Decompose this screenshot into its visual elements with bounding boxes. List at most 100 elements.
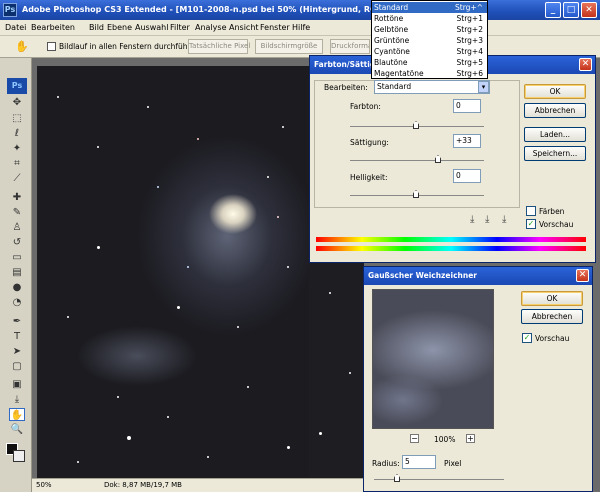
eyedropper-icon[interactable]: ⤓ <box>9 393 25 406</box>
zoom-icon[interactable]: 🔍 <box>9 423 25 436</box>
menu-ebene[interactable]: Ebene <box>107 23 132 32</box>
eyedropper-plus-icon[interactable]: ⤓ <box>485 214 489 225</box>
gaussian-blur-close-button[interactable]: ✕ <box>576 269 589 282</box>
saturation-label: Sättigung: <box>350 138 389 147</box>
slice-icon[interactable]: ⟋ <box>9 172 25 185</box>
radius-label: Radius: <box>372 459 400 468</box>
hue-saturation-preview-label: Vorschau <box>539 220 574 229</box>
fit-screen-button[interactable]: Bildschirmgröße <box>255 39 323 54</box>
type-icon[interactable]: T <box>9 330 25 343</box>
brush-icon[interactable]: ✎ <box>9 206 25 219</box>
menu-auswahl[interactable]: Auswahl <box>135 23 168 32</box>
dropdown-item-blautoene[interactable]: Blautöne Strg+5 <box>372 57 487 68</box>
title-bar: Ps Adobe Photoshop CS3 Extended - [M101-… <box>0 0 600 20</box>
hue-saturation-ok-button[interactable]: OK <box>524 84 586 99</box>
scroll-all-windows-label: Bildlauf in allen Fenstern durchführen <box>59 42 200 51</box>
zoom-level[interactable]: 50% <box>36 481 52 489</box>
hand-icon[interactable]: ✋ <box>9 408 25 421</box>
gradient-icon[interactable]: ▤ <box>9 266 25 279</box>
status-bar: 50% Dok: 8,87 MB/19,7 MB <box>32 478 368 492</box>
pen-icon[interactable]: ✒ <box>9 315 25 328</box>
marquee-icon[interactable]: ⬚ <box>9 112 25 125</box>
gaussian-blur-preview-checkbox[interactable]: ✓ <box>522 333 532 343</box>
radius-field[interactable]: 5 <box>402 455 436 469</box>
menu-analyse[interactable]: Analyse <box>195 23 227 32</box>
dropdown-item-gelbtoene[interactable]: Gelbtöne Strg+2 <box>372 24 487 35</box>
shape-icon[interactable]: ▢ <box>9 360 25 373</box>
window-title: Adobe Photoshop CS3 Extended - [M101-200… <box>22 5 406 14</box>
stamp-icon[interactable]: ♙ <box>9 221 25 234</box>
background-color-swatch[interactable] <box>13 450 25 462</box>
ps-badge: Ps <box>7 78 27 94</box>
saturation-field[interactable]: +33 <box>453 134 481 148</box>
move-icon[interactable]: ✥ <box>9 96 25 109</box>
close-window-button[interactable]: ✕ <box>581 2 597 18</box>
hue-saturation-preview-checkbox[interactable]: ✓ <box>526 219 536 229</box>
hand-icon[interactable]: ✋ <box>15 40 29 53</box>
history-brush-icon[interactable]: ↺ <box>9 236 25 249</box>
eyedropper-icon[interactable]: ⤓ <box>470 214 474 225</box>
maximize-button[interactable]: □ <box>563 2 579 18</box>
blur-icon[interactable]: ● <box>9 281 25 294</box>
gaussian-blur-title: Gaußscher Weichzeichner <box>364 267 592 285</box>
colorize-checkbox[interactable] <box>526 206 536 216</box>
edit-select[interactable]: Standard <box>374 80 490 94</box>
hue-field[interactable]: 0 <box>453 99 481 113</box>
scroll-all-windows-checkbox[interactable] <box>47 42 56 51</box>
load-button[interactable]: Laden... <box>524 127 586 142</box>
color-bar-top <box>316 237 586 242</box>
document-size: Dok: 8,87 MB/19,7 MB <box>104 481 182 489</box>
dodge-icon[interactable]: ◔ <box>9 296 25 309</box>
lasso-icon[interactable]: ℓ <box>9 127 25 140</box>
actual-pixels-button[interactable]: Tatsächliche Pixel <box>188 39 250 54</box>
notes-icon[interactable]: ▣ <box>9 378 25 391</box>
hue-saturation-group <box>314 80 520 208</box>
menu-ansicht[interactable]: Ansicht <box>229 23 259 32</box>
hue-saturation-close-button[interactable]: ✕ <box>579 58 592 71</box>
menu-bearbeiten[interactable]: Bearbeiten <box>31 23 75 32</box>
print-size-button[interactable]: Druckformat <box>330 39 370 54</box>
dropdown-item-gruentoene[interactable]: Grüntöne Strg+3 <box>372 35 487 46</box>
document-canvas[interactable] <box>37 66 309 478</box>
hue-saturation-cancel-button[interactable]: Abbrechen <box>524 103 586 118</box>
menu-filter[interactable]: Filter <box>170 23 190 32</box>
crop-icon[interactable]: ⌗ <box>9 157 25 170</box>
menu-bar: Datei Bearbeiten Bild Ebene Auswahl Filt… <box>0 20 600 36</box>
healing-icon[interactable]: ✚ <box>9 191 25 204</box>
edit-label: Bearbeiten: <box>324 83 368 92</box>
eraser-icon[interactable]: ▭ <box>9 251 25 264</box>
gaussian-blur-preview-label: Vorschau <box>535 334 570 343</box>
radius-slider-knob[interactable] <box>394 474 400 482</box>
dropdown-item-rottoene[interactable]: Rottöne Strg+1 <box>372 13 487 24</box>
colorize-label: Färben <box>539 207 565 216</box>
document-canvas-right[interactable] <box>309 262 364 478</box>
chevron-down-icon[interactable]: ▾ <box>478 81 489 93</box>
save-button[interactable]: Speichern... <box>524 146 586 161</box>
gaussian-blur-cancel-button[interactable]: Abbrechen <box>521 309 583 324</box>
saturation-slider-track <box>350 160 484 161</box>
path-select-icon[interactable]: ➤ <box>9 345 25 358</box>
lightness-field[interactable]: 0 <box>453 169 481 183</box>
photoshop-logo-icon: Ps <box>3 3 17 17</box>
hue-label: Farbton: <box>350 102 381 111</box>
lightness-label: Helligkeit: <box>350 173 388 182</box>
menu-datei[interactable]: Datei <box>5 23 26 32</box>
hue-saturation-dialog: Farbton/Sättigung ✕ Bearbeiten: Standard… <box>309 55 596 263</box>
zoom-out-button[interactable]: − <box>410 434 419 443</box>
dropdown-item-cyantoene[interactable]: Cyantöne Strg+4 <box>372 46 487 57</box>
dropdown-item-magentatoene[interactable]: Magentatöne Strg+6 <box>372 68 487 79</box>
radius-slider-track <box>374 479 504 480</box>
blur-preview[interactable] <box>372 289 494 429</box>
magic-wand-icon[interactable]: ✦ <box>9 142 25 155</box>
eyedropper-minus-icon[interactable]: ⤓ <box>502 214 506 225</box>
gaussian-blur-ok-button[interactable]: OK <box>521 291 583 306</box>
preview-zoom-level: 100% <box>434 435 456 444</box>
menu-hilfe[interactable]: Hilfe <box>292 23 310 32</box>
minimize-button[interactable]: _ <box>545 2 561 18</box>
dropdown-item-standard[interactable]: Standard Strg+^ <box>372 2 487 13</box>
menu-fenster[interactable]: Fenster <box>260 23 290 32</box>
menu-bild[interactable]: Bild <box>89 23 104 32</box>
zoom-in-button[interactable]: + <box>466 434 475 443</box>
radius-unit: Pixel <box>444 459 462 468</box>
tools-panel: Ps ✥ ⬚ ℓ ✦ ⌗ ⟋ ✚ ✎ ♙ ↺ ▭ ▤ ● ◔ ✒ T ➤ ▢ ▣… <box>0 58 32 492</box>
